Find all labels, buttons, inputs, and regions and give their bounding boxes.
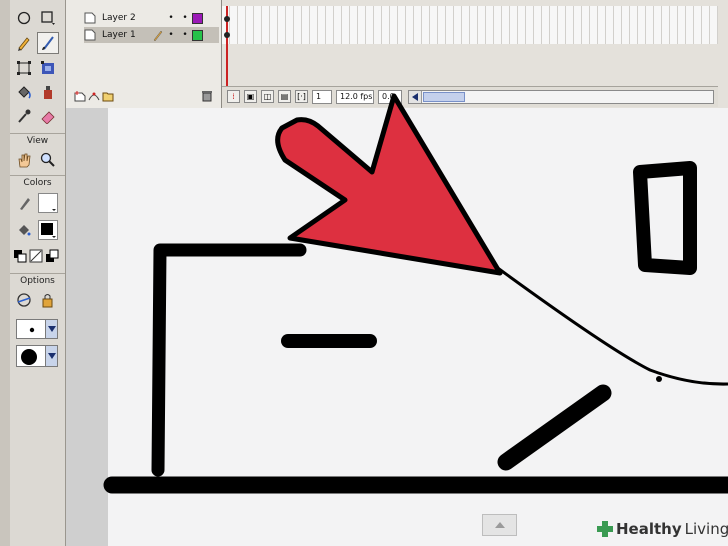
rounded-rect-stroke [633,161,697,275]
red-arrow-icon [275,93,503,276]
box-outline-stroke [151,243,307,477]
watermark-brand-suffix: Living [684,520,728,538]
diagonal-stroke [497,384,612,471]
chevron-up-icon [494,522,505,528]
curve-stroke [494,264,728,386]
scroll-up-button[interactable] [482,514,517,536]
stage-drawing [103,93,728,494]
watermark: Healthy Living [596,520,728,538]
watermark-brand: Healthy [616,520,682,538]
healthy-living-logo-icon [597,521,613,537]
dot-mark [656,376,662,382]
